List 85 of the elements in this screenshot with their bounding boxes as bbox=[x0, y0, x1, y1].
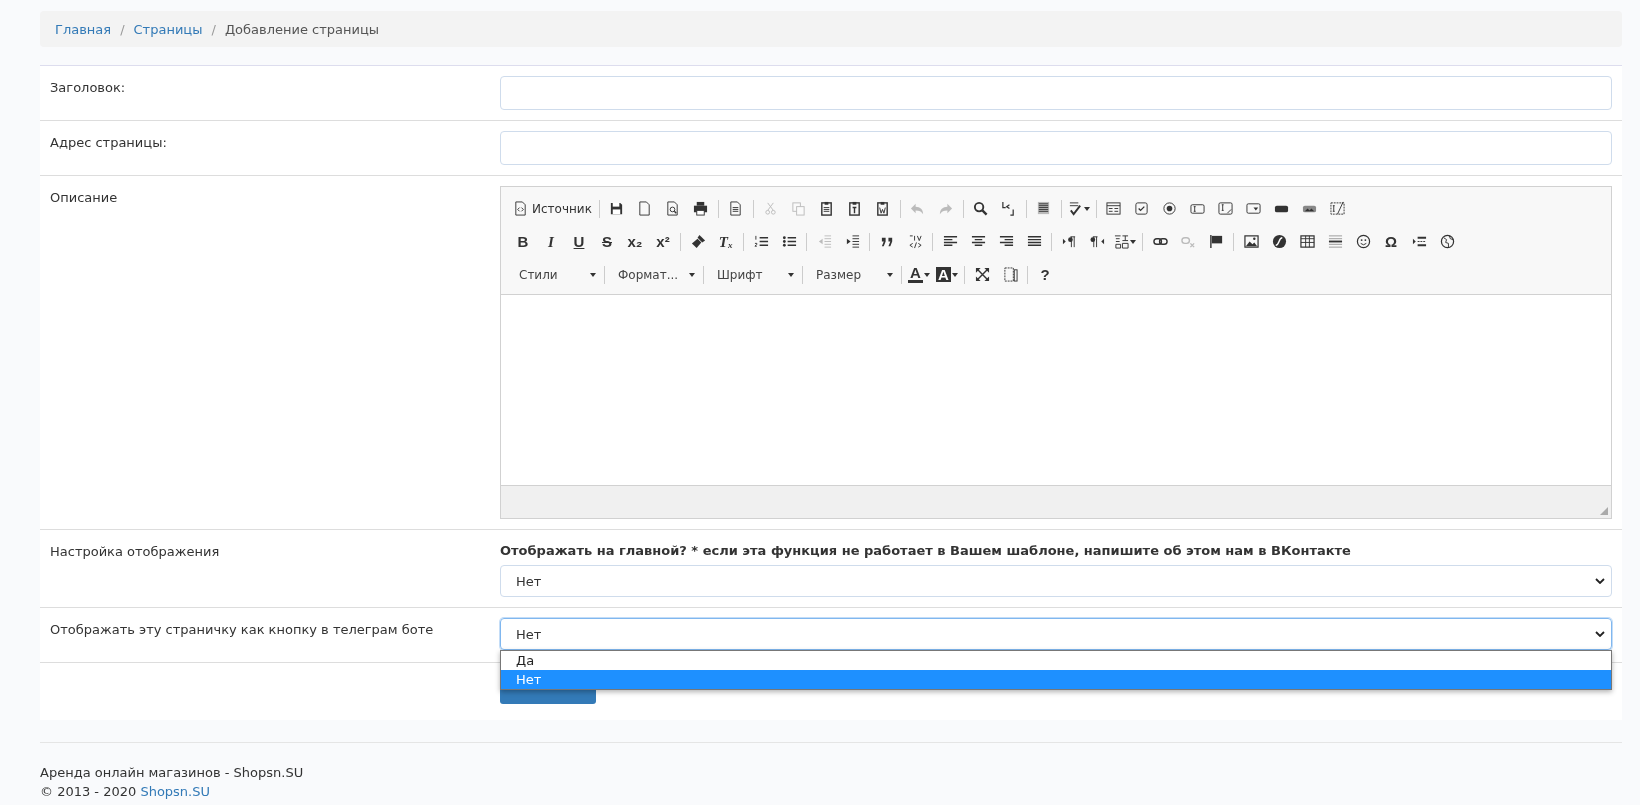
align-left-icon[interactable] bbox=[942, 234, 958, 249]
source-button[interactable]: Источник bbox=[509, 195, 596, 222]
resize-grip-icon[interactable] bbox=[1600, 507, 1608, 515]
select-field[interactable]: Нет bbox=[500, 618, 1612, 650]
language-icon[interactable] bbox=[1114, 234, 1129, 249]
caret-icon bbox=[590, 272, 596, 277]
field-label: Описание bbox=[50, 189, 119, 207]
form-icon[interactable] bbox=[1106, 201, 1122, 216]
indent-icon[interactable] bbox=[844, 234, 860, 249]
smiley-icon[interactable] bbox=[1355, 234, 1371, 249]
select-all-icon[interactable] bbox=[1036, 201, 1052, 216]
underline-button[interactable]: U bbox=[571, 232, 587, 251]
caret-icon[interactable] bbox=[1083, 206, 1090, 211]
chevron-down-icon bbox=[1595, 631, 1605, 637]
show-blocks-icon[interactable] bbox=[1002, 267, 1018, 282]
caret-icon bbox=[887, 272, 893, 277]
justify-icon[interactable] bbox=[1026, 234, 1042, 249]
clipboard-icon[interactable] bbox=[875, 201, 891, 216]
special-character-button[interactable]: Ω bbox=[1383, 232, 1399, 251]
select-field[interactable]: Нет bbox=[500, 565, 1612, 597]
spellcheck-icon[interactable] bbox=[1067, 201, 1083, 216]
clipboard-icon[interactable] bbox=[819, 201, 835, 216]
caret-icon bbox=[788, 272, 794, 277]
checkbox-icon[interactable] bbox=[1134, 201, 1150, 216]
help-button[interactable]: ? bbox=[1038, 265, 1052, 284]
dropdown-option[interactable]: Да bbox=[501, 651, 1611, 670]
footer-link[interactable]: Shopsn.SU bbox=[140, 784, 210, 799]
page-break-icon[interactable] bbox=[1411, 234, 1427, 249]
bulleted-list-icon[interactable] bbox=[781, 234, 797, 249]
strikethrough-button[interactable]: S bbox=[600, 232, 614, 251]
document-lines-icon[interactable] bbox=[728, 201, 744, 216]
toolbar-dropdown[interactable]: Формат... bbox=[608, 261, 700, 288]
flash-icon[interactable] bbox=[1271, 234, 1287, 249]
text-field-icon[interactable] bbox=[1190, 201, 1206, 216]
align-center-icon[interactable] bbox=[970, 234, 986, 249]
breadcrumb-separator: / bbox=[211, 21, 216, 37]
field-hint: Отображать на главной? * если эта функция не работает в Вашем шаблоне, напишите об этом нам в ВКонтакте bbox=[500, 542, 1352, 558]
text-color-button[interactable]: A bbox=[908, 266, 923, 283]
caret-icon[interactable] bbox=[923, 272, 930, 277]
numbered-list-icon[interactable] bbox=[753, 234, 769, 249]
table-icon[interactable] bbox=[1299, 234, 1315, 249]
paint-brush-icon[interactable] bbox=[690, 234, 706, 249]
subscript-button[interactable]: x₂ bbox=[625, 232, 645, 251]
caret-icon[interactable] bbox=[951, 272, 958, 277]
toolbar-dropdown[interactable]: Стили bbox=[509, 261, 601, 288]
field-label: Отображать эту страничку как кнопку в телеграм боте bbox=[50, 621, 435, 639]
caret-icon bbox=[689, 272, 695, 277]
maximize-icon[interactable] bbox=[974, 267, 990, 282]
pilcrow-left-icon[interactable] bbox=[1089, 234, 1105, 249]
copyright-text: © 2013 - 2020 Shopsn.SU bbox=[40, 783, 211, 800]
breadcrumb-link[interactable]: Главная bbox=[55, 21, 112, 37]
toolbar-dropdown[interactable]: Шрифт bbox=[707, 261, 799, 288]
bold-button[interactable]: B bbox=[515, 232, 531, 251]
breadcrumb-separator: / bbox=[120, 21, 125, 37]
breadcrumb-link[interactable]: Страницы bbox=[133, 21, 203, 37]
image-icon[interactable] bbox=[1243, 234, 1259, 249]
blank-page-icon[interactable] bbox=[637, 201, 653, 216]
chevron-down-icon bbox=[1595, 578, 1605, 584]
text-area-icon[interactable] bbox=[1218, 201, 1234, 216]
pilcrow-right-icon[interactable] bbox=[1061, 234, 1077, 249]
input-field[interactable] bbox=[500, 131, 1612, 165]
page-magnifier-icon[interactable] bbox=[665, 201, 681, 216]
radio-button-icon[interactable] bbox=[1162, 201, 1178, 216]
clipboard-icon[interactable] bbox=[847, 201, 863, 216]
search-icon[interactable] bbox=[973, 201, 989, 216]
input-field[interactable] bbox=[500, 76, 1612, 110]
globe-icon[interactable] bbox=[1439, 234, 1455, 249]
italic-button[interactable]: I bbox=[546, 232, 556, 251]
caret-icon[interactable] bbox=[1130, 239, 1136, 244]
document-code-icon bbox=[513, 201, 528, 216]
horizontal-rule-icon[interactable] bbox=[1327, 234, 1343, 249]
toolbar-dropdown[interactable]: Размер bbox=[806, 261, 898, 288]
footer-text: Аренда онлайн магазинов - Shopsn.SU bbox=[40, 764, 305, 781]
field-label: Заголовок: bbox=[50, 79, 127, 97]
align-right-icon[interactable] bbox=[998, 234, 1014, 249]
printer-icon[interactable] bbox=[693, 201, 709, 216]
superscript-button[interactable]: x² bbox=[654, 232, 672, 251]
field-label: Настройка отображения bbox=[50, 543, 221, 561]
field-label: Адрес страницы: bbox=[50, 134, 168, 152]
select-field-icon[interactable] bbox=[1246, 201, 1262, 216]
background-color-button[interactable]: A bbox=[936, 267, 951, 282]
flag-icon[interactable] bbox=[1208, 234, 1224, 249]
breadcrumb-current: Добавление страницы bbox=[224, 21, 379, 37]
hidden-field-icon[interactable] bbox=[1330, 201, 1346, 216]
remove-format-button[interactable]: Tₓ bbox=[716, 232, 736, 251]
